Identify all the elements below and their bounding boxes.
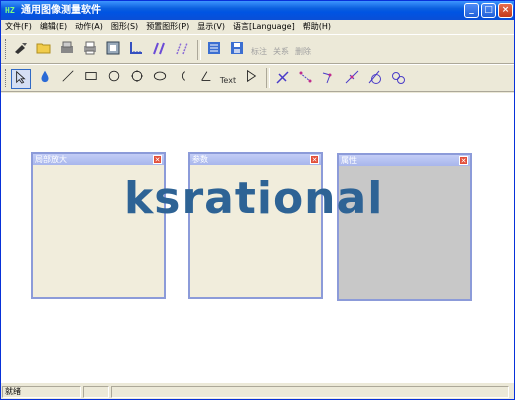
measure-2-icon[interactable] bbox=[296, 69, 316, 89]
curve-icon[interactable] bbox=[149, 40, 169, 60]
text-tool-label: Text bbox=[219, 76, 237, 85]
title-bar[interactable]: HZ 通用图像测量软件 _ □ × bbox=[1, 1, 514, 20]
params-panel-title: 参数 bbox=[192, 155, 208, 164]
dotted-circle-icon[interactable] bbox=[127, 69, 147, 89]
toolbar-separator bbox=[197, 40, 201, 60]
zoom-panel-title: 局部放大 bbox=[35, 155, 67, 164]
properties-panel-title: 属性 bbox=[341, 156, 357, 165]
menu-shape[interactable]: 图形(S) bbox=[107, 21, 142, 32]
select-arrow-icon[interactable] bbox=[11, 69, 31, 89]
relation-label: 关系 bbox=[273, 47, 289, 56]
app-icon: HZ bbox=[5, 6, 15, 15]
canvas-area[interactable]: 局部放大 ✕ 参数 ✕ 属性 ✕ bbox=[1, 93, 514, 383]
status-pane-2 bbox=[83, 386, 109, 398]
triangle-icon[interactable] bbox=[241, 69, 261, 89]
menu-bar: 文件(F) 编辑(E) 动作(A) 图形(S) 预置图形(P) 显示(V) 语言… bbox=[1, 20, 514, 33]
close-button[interactable]: × bbox=[498, 3, 513, 18]
window-title: 通用图像测量软件 bbox=[21, 5, 101, 16]
menu-file[interactable]: 文件(F) bbox=[1, 21, 36, 32]
toolbar-draw: Text bbox=[1, 64, 514, 92]
arc-icon[interactable] bbox=[173, 69, 193, 89]
print-icon[interactable] bbox=[80, 40, 100, 60]
toolbar-grip[interactable] bbox=[5, 39, 9, 59]
measure-1-icon[interactable] bbox=[273, 69, 293, 89]
menu-edit[interactable]: 编辑(E) bbox=[36, 21, 71, 32]
measure-4-icon[interactable] bbox=[342, 69, 362, 89]
toolbar-grip[interactable] bbox=[5, 69, 9, 87]
scale-icon[interactable] bbox=[126, 40, 146, 60]
menu-language[interactable]: 语言[Language] bbox=[229, 21, 299, 32]
menu-preset-shape[interactable]: 预置图形(P) bbox=[142, 21, 193, 32]
mark-label: 标注 bbox=[251, 47, 267, 56]
zoom-panel-titlebar[interactable]: 局部放大 ✕ bbox=[33, 154, 164, 165]
text-icon[interactable]: Text bbox=[217, 69, 239, 89]
scanner-icon[interactable] bbox=[57, 40, 77, 60]
params-panel-close-icon[interactable]: ✕ bbox=[310, 155, 319, 164]
fill-drop-icon[interactable] bbox=[35, 69, 55, 89]
delete-label: 删除 bbox=[295, 47, 311, 56]
rectangle-icon[interactable] bbox=[81, 69, 101, 89]
calibrate-icon[interactable] bbox=[103, 40, 123, 60]
list-icon[interactable] bbox=[204, 40, 224, 60]
watermark-text: ksrational bbox=[124, 173, 384, 224]
line-icon[interactable] bbox=[58, 69, 78, 89]
measure-6-icon[interactable] bbox=[388, 69, 408, 89]
status-bar: 就绪 bbox=[1, 385, 514, 399]
properties-panel-close-icon[interactable]: ✕ bbox=[459, 156, 468, 165]
maximize-button[interactable]: □ bbox=[481, 3, 496, 18]
angle-icon[interactable] bbox=[196, 69, 216, 89]
circle-icon[interactable] bbox=[104, 69, 124, 89]
measure-3-icon[interactable] bbox=[319, 69, 339, 89]
open-folder-icon[interactable] bbox=[34, 40, 54, 60]
toolbar-main: 标注 关系 删除 bbox=[1, 34, 514, 64]
menu-view[interactable]: 显示(V) bbox=[193, 21, 229, 32]
app-window: HZ 通用图像测量软件 _ □ × 文件(F) 编辑(E) 动作(A) 图形(S… bbox=[0, 0, 515, 400]
measure-5-icon[interactable] bbox=[365, 69, 385, 89]
zoom-panel-close-icon[interactable]: ✕ bbox=[153, 155, 162, 164]
double-curve-icon[interactable] bbox=[172, 40, 192, 60]
camera-icon[interactable] bbox=[11, 40, 31, 60]
menu-action[interactable]: 动作(A) bbox=[71, 21, 107, 32]
minimize-button[interactable]: _ bbox=[464, 3, 479, 18]
menu-help[interactable]: 帮助(H) bbox=[299, 21, 335, 32]
ellipse-icon[interactable] bbox=[150, 69, 170, 89]
status-pane-3 bbox=[111, 386, 509, 398]
save-icon[interactable] bbox=[227, 40, 247, 60]
properties-panel-titlebar[interactable]: 属性 ✕ bbox=[339, 155, 470, 166]
toolbar-separator bbox=[266, 68, 270, 88]
status-text: 就绪 bbox=[2, 386, 81, 398]
params-panel-titlebar[interactable]: 参数 ✕ bbox=[190, 154, 321, 165]
